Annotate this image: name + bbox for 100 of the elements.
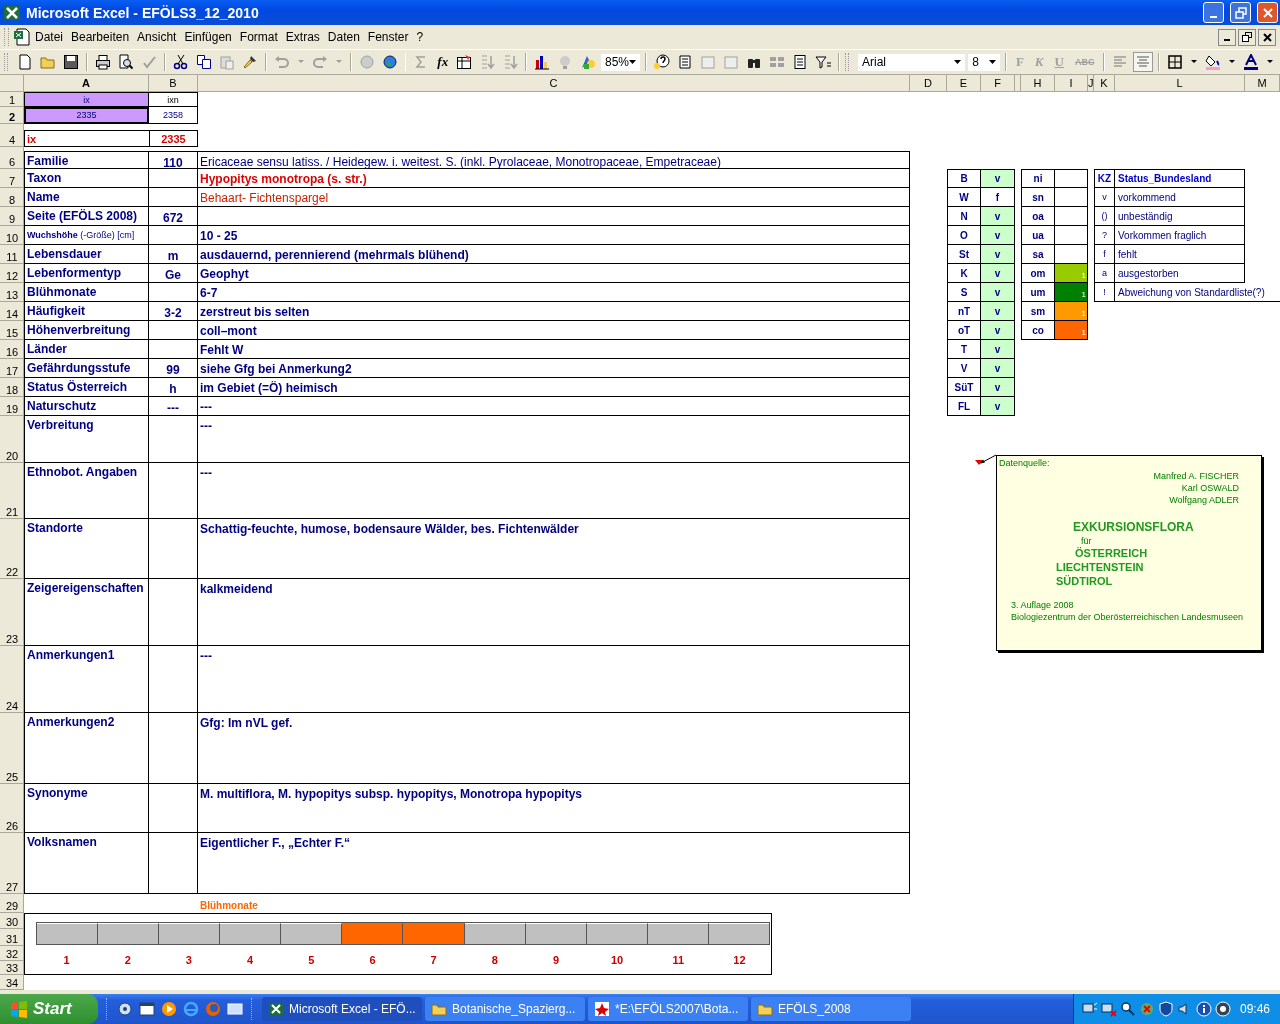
menu-item[interactable]: ? <box>412 28 428 46</box>
copy-icon[interactable] <box>195 54 212 70</box>
filter-icon[interactable] <box>814 54 831 70</box>
column-header[interactable]: I <box>1055 75 1088 92</box>
menu-item[interactable]: Fenster <box>363 28 413 46</box>
menu-item[interactable]: Ansicht <box>133 28 181 46</box>
row-header[interactable]: 22 <box>0 519 24 579</box>
row-header[interactable]: 21 <box>0 463 24 519</box>
search-icon[interactable] <box>1119 1001 1136 1017</box>
taskbar-button[interactable]: Microsoft Excel - EFÖ... <box>262 997 422 1021</box>
globe-icon[interactable] <box>381 54 398 70</box>
row-header[interactable]: 26 <box>0 784 24 833</box>
row-header[interactable]: 9 <box>0 207 24 226</box>
row-header[interactable]: 16 <box>0 340 24 359</box>
toolbar-grip[interactable] <box>4 53 9 71</box>
taskbar-button[interactable]: *E:\EFÖLS2007\Bota... <box>588 997 748 1021</box>
font-color-icon[interactable] <box>1243 54 1259 70</box>
toolbar-grip[interactable] <box>4 28 9 46</box>
column-header[interactable]: K <box>1094 75 1115 92</box>
row-header[interactable]: 27 <box>0 833 24 894</box>
column-header[interactable]: L <box>1115 75 1245 92</box>
menu-item[interactable]: Einfügen <box>180 28 236 46</box>
info-icon[interactable] <box>1195 1001 1212 1017</box>
row-header[interactable]: 17 <box>0 359 24 378</box>
menu-item[interactable]: Format <box>235 28 282 46</box>
menu-item[interactable]: Bearbeiten <box>67 28 134 46</box>
row-header[interactable]: 18 <box>0 378 24 397</box>
table-cell: 672 <box>149 207 198 226</box>
folder-icon <box>757 1001 773 1017</box>
folder-icon[interactable] <box>40 54 57 70</box>
row-header[interactable]: 31 <box>0 929 24 946</box>
column-header[interactable]: E <box>947 75 981 92</box>
row-header[interactable]: 32 <box>0 946 24 961</box>
column-header[interactable]: F <box>981 75 1015 92</box>
row-header[interactable]: 23 <box>0 579 24 646</box>
row-header[interactable]: 8 <box>0 188 24 207</box>
row-header[interactable]: 15 <box>0 321 24 340</box>
row-header[interactable]: 14 <box>0 302 24 321</box>
restore-button[interactable] <box>1238 28 1256 46</box>
menu-item[interactable]: Datei <box>31 28 67 46</box>
row-header[interactable]: 12 <box>0 264 24 283</box>
menu-item[interactable]: Daten <box>323 28 364 46</box>
row-header[interactable]: 4 <box>0 130 24 147</box>
row-header[interactable]: 10 <box>0 226 24 245</box>
new-file-icon[interactable] <box>17 54 34 70</box>
month-label: 4 <box>247 954 254 966</box>
network-error-icon[interactable] <box>1100 1001 1117 1017</box>
row-header[interactable]: 25 <box>0 713 24 784</box>
function-button[interactable]: fx <box>434 54 452 70</box>
font-size-dropdown[interactable]: 8 <box>968 53 1001 71</box>
printer-icon[interactable] <box>95 54 112 70</box>
column-header[interactable]: B <box>149 75 198 92</box>
column-header[interactable]: M <box>1245 75 1280 92</box>
drawing-icon[interactable] <box>580 54 596 70</box>
close-button[interactable] <box>1258 28 1276 46</box>
gear-icon[interactable] <box>117 1001 133 1017</box>
scissors-icon[interactable] <box>172 54 189 70</box>
form-icon[interactable] <box>676 54 693 70</box>
zoom-dropdown[interactable]: 85% <box>601 53 641 71</box>
taskbar-button[interactable]: EFÖLS_2008 <box>751 997 911 1021</box>
row-header[interactable]: 30 <box>0 913 24 929</box>
row-header[interactable]: 24 <box>0 646 24 713</box>
document-icon[interactable] <box>13 28 31 46</box>
brush-icon[interactable] <box>241 54 258 70</box>
field-value: --- <box>198 397 910 416</box>
spreadsheet-icon[interactable] <box>456 54 473 70</box>
row-header[interactable]: 29 <box>0 894 24 913</box>
font-dropdown[interactable]: Arial <box>858 53 966 71</box>
print-preview-icon[interactable] <box>118 54 135 70</box>
row-header[interactable]: 11 <box>0 245 24 264</box>
table-cell: ixn <box>149 92 198 107</box>
column-header[interactable]: H <box>1021 75 1055 92</box>
table-cell: v <box>981 207 1015 226</box>
browser-icon[interactable] <box>183 1001 199 1017</box>
borders-icon[interactable] <box>1167 54 1183 70</box>
row-header[interactable]: 13 <box>0 283 24 302</box>
row-header[interactable]: 19 <box>0 397 24 416</box>
desktop-icon[interactable] <box>227 1001 243 1017</box>
save-icon[interactable] <box>63 54 80 70</box>
circle-icon[interactable] <box>1214 1001 1231 1017</box>
media-player-icon[interactable] <box>161 1001 177 1017</box>
column-header[interactable]: C <box>198 75 910 92</box>
taskbar-button[interactable]: Botanische_Spazierg... <box>425 997 585 1021</box>
spellcheck-icon[interactable] <box>141 54 158 70</box>
bar-chart-icon[interactable] <box>534 54 550 70</box>
row-header[interactable]: 33 <box>0 961 24 975</box>
minimize-button[interactable] <box>1218 28 1236 46</box>
column-header[interactable]: J <box>1088 75 1094 92</box>
fill-color-icon[interactable] <box>1205 54 1221 70</box>
shield-icon[interactable] <box>1157 1001 1174 1017</box>
menu-item[interactable]: Extras <box>281 28 324 46</box>
column-header[interactable]: D <box>910 75 947 92</box>
toolbar-grip[interactable] <box>844 53 849 71</box>
clipboard-icon[interactable] <box>218 54 235 70</box>
window-icon[interactable] <box>139 1001 155 1017</box>
row-header[interactable]: 7 <box>0 169 24 188</box>
help-icon[interactable] <box>653 54 670 70</box>
row-header[interactable]: 20 <box>0 416 24 463</box>
row-header[interactable]: 6 <box>0 151 24 169</box>
calculator-icon[interactable] <box>791 54 808 70</box>
